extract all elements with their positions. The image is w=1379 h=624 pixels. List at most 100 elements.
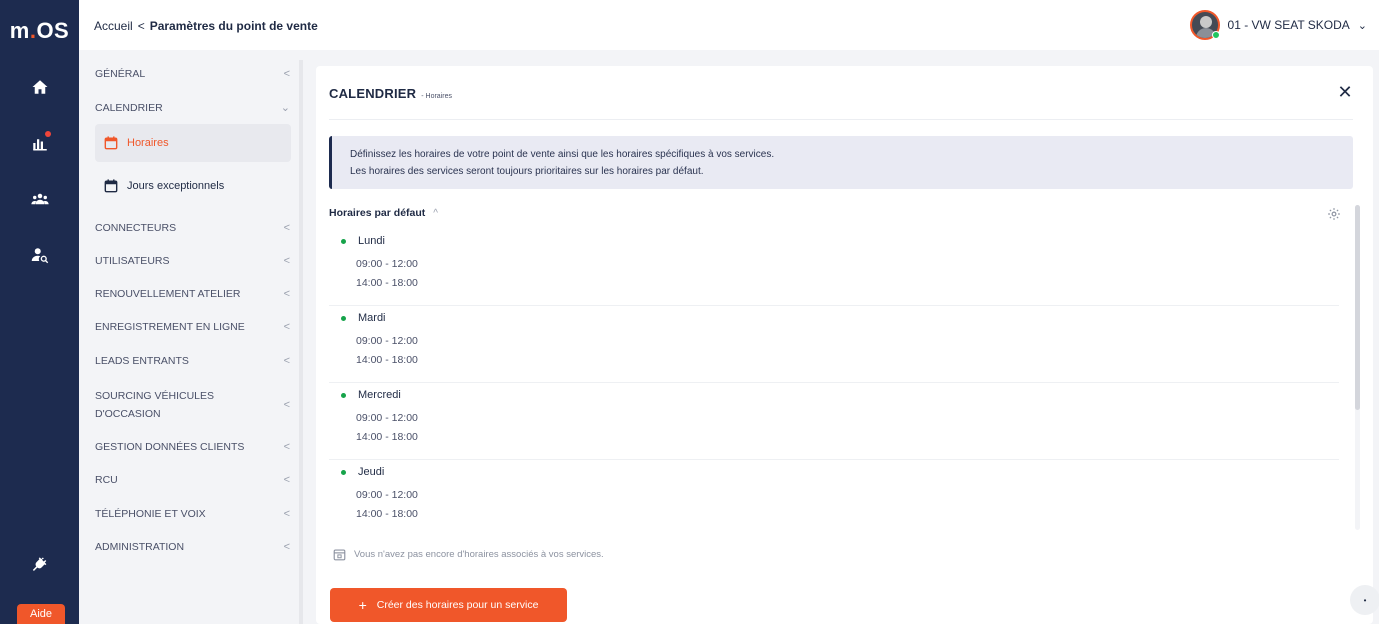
day-label: Lundi	[358, 235, 385, 247]
sidebar-item-calendrier[interactable]: CALENDRIER ⌄	[95, 101, 290, 115]
sidebar-item-leads-entrants[interactable]: LEADS ENTRANTS <	[95, 355, 290, 367]
sidebar-item-label: UTILISATEURS	[95, 255, 170, 267]
active-dot	[341, 238, 346, 244]
time-slot: 09:00 - 12:00	[356, 412, 418, 424]
day-name: Mardi	[341, 312, 386, 324]
sidebar-item-general[interactable]: GÉNÉRAL <	[95, 68, 290, 80]
list-item: Mercredi 09:00 - 12:00 14:00 - 18:00	[329, 383, 1339, 460]
home-icon[interactable]	[27, 74, 53, 100]
sidebar-item-jours-exceptionnels[interactable]: Jours exceptionnels	[95, 167, 291, 205]
settings-sidebar: GÉNÉRAL < CALENDRIER ⌄ Horaires Jours ex…	[79, 50, 299, 624]
logo-prefix: m	[9, 18, 30, 43]
default-hours-toggle[interactable]: Horaires par défaut ^	[329, 207, 438, 219]
time-slot: 14:00 - 18:00	[356, 508, 418, 520]
divider	[329, 119, 1353, 120]
create-button-label: Créer des horaires pour un service	[376, 599, 539, 611]
close-icon[interactable]: ✕	[1335, 82, 1355, 102]
chevron-left-icon: <	[283, 68, 290, 80]
sidebar-item-label: CONNECTEURS	[95, 222, 177, 234]
sidebar-item-label: GESTION DONNÉES CLIENTS	[95, 441, 245, 453]
team-icon[interactable]	[27, 186, 53, 212]
panel-subtitle: - Horaires	[421, 93, 452, 100]
chevron-left-icon: <	[283, 508, 290, 520]
sidebar-item-renouvellement-atelier[interactable]: RENOUVELLEMENT ATELIER <	[95, 288, 290, 300]
top-bar: Accueil < Paramètres du point de vente 0…	[79, 0, 1379, 50]
calendar-panel: CALENDRIER - Horaires ✕ Définissez les h…	[316, 66, 1373, 624]
chevron-left-icon: <	[283, 288, 290, 300]
chevron-left-icon: <	[283, 355, 290, 367]
scrollbar-thumb[interactable]	[1355, 205, 1360, 410]
breadcrumb-separator: <	[137, 19, 145, 33]
sidebar-item-rcu[interactable]: RCU <	[95, 474, 290, 486]
calendar-icon	[104, 136, 118, 150]
chevron-left-icon: <	[283, 399, 290, 411]
sidebar-item-utilisateurs[interactable]: UTILISATEURS <	[95, 255, 290, 267]
day-label: Mercredi	[358, 389, 401, 401]
sidebar-item-gestion-donnees-clients[interactable]: GESTION DONNÉES CLIENTS <	[95, 441, 290, 453]
calendar-icon	[104, 179, 118, 193]
sidebar-item-label: ENREGISTREMENT EN LIGNE	[95, 321, 245, 333]
time-slot: 09:00 - 12:00	[356, 258, 418, 270]
sidebar-item-enregistrement-en-ligne[interactable]: ENREGISTREMENT EN LIGNE <	[95, 321, 290, 333]
page-title: CALENDRIER - Horaires	[329, 86, 452, 101]
scrollbar[interactable]	[1355, 205, 1360, 530]
sidebar-item-label: Jours exceptionnels	[127, 180, 225, 192]
chevron-up-icon: ^	[433, 207, 438, 219]
sidebar-item-label: RCU	[95, 474, 118, 486]
online-status-dot	[1211, 31, 1220, 39]
chevron-left-icon: <	[283, 541, 290, 553]
chevron-left-icon: <	[283, 255, 290, 267]
chart-icon[interactable]	[27, 130, 53, 156]
default-hours-list: Lundi 09:00 - 12:00 14:00 - 18:00 Mardi …	[329, 229, 1339, 526]
gear-icon[interactable]	[1326, 206, 1342, 222]
active-dot	[341, 315, 346, 321]
app-logo[interactable]: m. OS	[0, 0, 79, 62]
chevron-down-icon: ⌄	[280, 102, 290, 114]
day-label: Mardi	[358, 312, 386, 324]
list-item: Lundi 09:00 - 12:00 14:00 - 18:00	[329, 229, 1339, 306]
calendar-icon	[333, 549, 346, 561]
info-line-2: Les horaires des services seront toujour…	[350, 166, 704, 177]
sidebar-item-label: LEADS ENTRANTS	[95, 355, 189, 367]
sidebar-item-label: Horaires	[127, 137, 169, 149]
chevron-down-icon: ⌄	[1357, 19, 1367, 32]
user-search-icon[interactable]	[27, 242, 53, 268]
notification-dot	[45, 131, 51, 137]
breadcrumb: Accueil < Paramètres du point de vente	[94, 19, 318, 33]
time-slot: 09:00 - 12:00	[356, 335, 418, 347]
active-dot	[341, 392, 346, 398]
empty-services-message: Vous n'avez pas encore d'horaires associ…	[333, 548, 604, 561]
sidebar-item-administration[interactable]: ADMINISTRATION <	[95, 541, 290, 553]
sidebar-item-label: ADMINISTRATION	[95, 541, 185, 553]
account-label: 01 - VW SEAT SKODA	[1227, 18, 1350, 32]
day-name: Mercredi	[341, 389, 401, 401]
chevron-left-icon: <	[283, 321, 290, 333]
list-item: Jeudi 09:00 - 12:00 14:00 - 18:00	[329, 460, 1339, 526]
chevron-left-icon: <	[283, 222, 290, 234]
sidebar-item-connecteurs[interactable]: CONNECTEURS <	[95, 222, 290, 234]
main-rail: m. OS Aide	[0, 0, 79, 624]
day-label: Jeudi	[358, 466, 385, 478]
create-service-hours-button[interactable]: + Créer des horaires pour un service	[330, 588, 567, 622]
day-name: Lundi	[341, 235, 385, 247]
info-banner: Définissez les horaires de votre point d…	[329, 136, 1353, 189]
logo-dot: .	[29, 18, 37, 43]
account-switcher[interactable]: 01 - VW SEAT SKODA ⌄	[1189, 9, 1367, 41]
sidebar-item-label: GÉNÉRAL	[95, 68, 146, 80]
time-slot: 09:00 - 12:00	[356, 489, 418, 501]
help-button[interactable]: Aide	[17, 604, 65, 624]
sidebar-divider	[299, 60, 303, 624]
plus-icon: +	[358, 597, 367, 613]
sidebar-item-horaires[interactable]: Horaires	[95, 124, 291, 162]
breadcrumb-home[interactable]: Accueil	[94, 19, 133, 33]
day-name: Jeudi	[341, 466, 384, 478]
sidebar-item-label: SOURCING VÉHICULES D'OCCASION	[95, 390, 215, 420]
floating-action-button[interactable]: •	[1350, 585, 1379, 615]
sidebar-item-label: TÉLÉPHONIE ET VOIX	[95, 508, 206, 520]
logo-suffix: OS	[36, 18, 70, 43]
info-line-1: Définissez les horaires de votre point d…	[350, 149, 775, 160]
sidebar-item-telephonie-et-voix[interactable]: TÉLÉPHONIE ET VOIX <	[95, 508, 290, 520]
sidebar-item-sourcing-vehicules[interactable]: SOURCING VÉHICULES D'OCCASION <	[95, 388, 290, 422]
time-slot: 14:00 - 18:00	[356, 354, 418, 366]
plug-icon[interactable]	[27, 553, 53, 579]
